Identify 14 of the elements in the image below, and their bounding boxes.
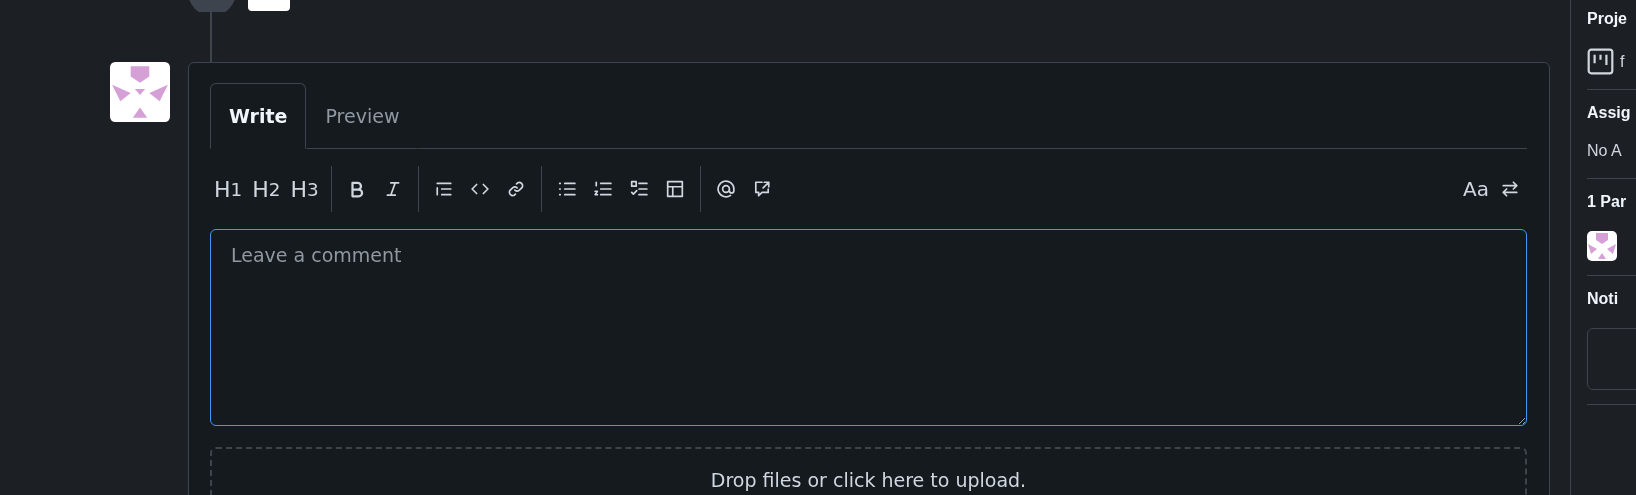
project-board-icon: [1587, 48, 1614, 75]
text-size-button[interactable]: Aa: [1459, 172, 1493, 206]
avatar-image: [1587, 231, 1617, 261]
section-heading: Assig: [1587, 104, 1632, 122]
upload-drop-zone[interactable]: Drop files or click here to upload.: [210, 447, 1527, 495]
section-heading: Proje: [1587, 10, 1628, 28]
editor-tab[interactable]: Write: [210, 83, 307, 149]
section-text: No A: [1587, 142, 1623, 161]
editor-tab[interactable]: Preview: [306, 83, 419, 149]
section-heading: Noti: [1587, 290, 1620, 308]
section-heading: 1 Par: [1587, 193, 1628, 211]
comment-field[interactable]: Leave a comment: [210, 229, 1527, 426]
avatar-image: [110, 62, 170, 122]
project-name[interactable]: f: [1620, 52, 1625, 71]
